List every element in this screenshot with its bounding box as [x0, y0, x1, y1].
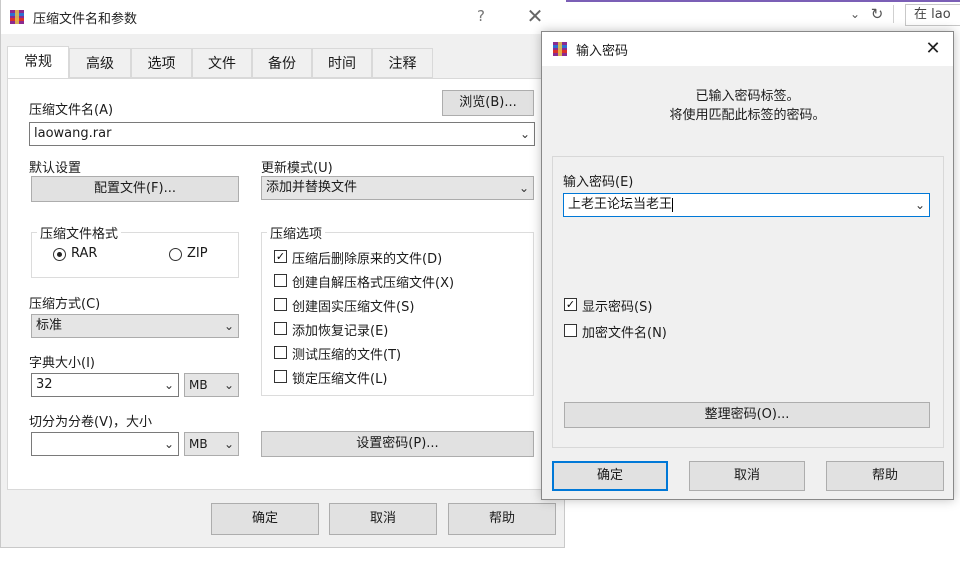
dialog-titlebar: 压缩文件名和参数 ? ✕ — [1, 0, 566, 34]
tab-options[interactable]: 选项 — [131, 48, 192, 78]
show-password-checkbox[interactable]: ✓ — [564, 298, 577, 311]
dict-size-value: 32 — [36, 377, 53, 392]
option-delete-after-label: 压缩后删除原来的文件(D) — [292, 252, 443, 267]
option-test-label: 测试压缩的文件(T) — [292, 348, 402, 363]
set-password-button[interactable]: 设置密码(P)... — [261, 431, 534, 457]
tab-comment[interactable]: 注释 — [372, 48, 433, 78]
chevron-down-icon[interactable]: ⌄ — [911, 194, 929, 216]
tab-general[interactable]: 常规 — [7, 46, 69, 78]
method-label: 压缩方式(C) — [29, 297, 101, 312]
option-lock-checkbox[interactable] — [274, 370, 287, 383]
radio-rar[interactable] — [53, 248, 66, 261]
option-solid-checkbox[interactable] — [274, 298, 287, 311]
password-field-label: 输入密码(E) — [563, 175, 634, 190]
option-test-checkbox[interactable] — [274, 346, 287, 359]
tab-strip: 常规 高级 选项 文件 备份 时间 注释 — [7, 46, 557, 78]
chevron-down-icon[interactable]: ⌄ — [515, 177, 533, 199]
help-button[interactable]: 帮助 — [448, 503, 556, 535]
tab-backup[interactable]: 备份 — [252, 48, 312, 78]
browse-button[interactable]: 浏览(B)... — [442, 90, 534, 116]
encrypt-names-label: 加密文件名(N) — [582, 326, 667, 341]
organize-passwords-button[interactable]: 整理密码(O)... — [564, 402, 930, 428]
radio-zip-label: ZIP — [187, 246, 208, 261]
dict-unit-value: MB — [189, 378, 208, 392]
update-mode-combo[interactable]: 添加并替换文件 ⌄ — [261, 176, 534, 200]
split-unit-combo[interactable]: MB ⌄ — [184, 432, 239, 456]
toolbar-separator — [893, 5, 894, 23]
option-recovery-checkbox[interactable] — [274, 322, 287, 335]
encrypt-names-checkbox[interactable] — [564, 324, 577, 337]
password-combo[interactable]: 上老王论坛当老王 ⌄ — [563, 193, 930, 217]
method-value: 标准 — [36, 318, 63, 333]
close-icon[interactable]: ✕ — [521, 4, 549, 28]
password-dialog-titlebar: 输入密码 ✕ — [542, 32, 953, 66]
enter-password-dialog: 输入密码 ✕ 已输入密码标签。 将使用匹配此标签的密码。 输入密码(E) 上老王… — [541, 31, 954, 500]
option-sfx-checkbox[interactable] — [274, 274, 287, 287]
chevron-down-icon[interactable]: ⌄ — [160, 433, 178, 455]
chevron-down-icon[interactable]: ⌄ — [220, 374, 238, 396]
password-cancel-button[interactable]: 取消 — [689, 461, 805, 491]
chevron-down-icon[interactable]: ⌄ — [160, 374, 178, 396]
password-value: 上老王论坛当老王 — [568, 197, 673, 212]
browser-toolbar — [565, 2, 960, 30]
chevron-down-icon[interactable]: ⌄ — [220, 315, 238, 337]
cancel-button[interactable]: 取消 — [329, 503, 437, 535]
dict-unit-combo[interactable]: MB ⌄ — [184, 373, 239, 397]
browser-search-input[interactable]: 在 lao — [905, 4, 960, 26]
dict-size-label: 字典大小(I) — [29, 356, 95, 371]
password-dialog-title: 输入密码 — [576, 44, 629, 59]
option-recovery-label: 添加恢复记录(E) — [292, 324, 389, 339]
chevron-down-icon[interactable]: ⌄ — [220, 433, 238, 455]
archive-name-combo[interactable]: laowang.rar ⌄ — [29, 122, 535, 146]
close-icon[interactable]: ✕ — [920, 37, 946, 61]
show-password-label: 显示密码(S) — [582, 300, 653, 315]
option-sfx-label: 创建自解压格式压缩文件(X) — [292, 276, 455, 291]
winrar-app-icon — [553, 42, 567, 56]
split-unit-value: MB — [189, 437, 208, 451]
archive-options-title: 压缩选项 — [267, 223, 326, 242]
archive-name-label: 压缩文件名(A) — [29, 103, 114, 118]
archive-params-dialog: 压缩文件名和参数 ? ✕ 常规 高级 选项 文件 备份 时间 注释 压缩文件名(… — [0, 0, 566, 548]
radio-zip[interactable] — [169, 248, 182, 261]
update-mode-label: 更新模式(U) — [261, 161, 333, 176]
split-volumes-label: 切分为分卷(V)，大小 — [29, 415, 153, 430]
chevron-down-icon[interactable]: ⌄ — [516, 123, 534, 145]
password-info-line1: 已输入密码标签。 — [695, 89, 800, 104]
dict-size-combo[interactable]: 32 ⌄ — [31, 373, 179, 397]
option-solid-label: 创建固实压缩文件(S) — [292, 300, 415, 315]
chevron-down-icon[interactable]: ⌄ — [848, 6, 862, 22]
radio-rar-label: RAR — [71, 246, 98, 261]
winrar-app-icon — [10, 10, 24, 24]
text-caret — [672, 197, 674, 212]
password-help-button[interactable]: 帮助 — [826, 461, 944, 491]
radio-selected-dot — [57, 252, 62, 257]
tab-advanced[interactable]: 高级 — [69, 48, 131, 78]
dialog-title: 压缩文件名和参数 — [33, 12, 138, 27]
password-ok-button[interactable]: 确定 — [552, 461, 668, 491]
method-combo[interactable]: 标准 ⌄ — [31, 314, 239, 338]
archive-name-value: laowang.rar — [34, 126, 112, 141]
archive-format-title: 压缩文件格式 — [37, 223, 122, 242]
option-delete-after-checkbox[interactable]: ✓ — [274, 250, 287, 263]
password-info-line2: 将使用匹配此标签的密码。 — [669, 108, 826, 123]
option-lock-label: 锁定压缩文件(L) — [292, 372, 388, 387]
help-icon[interactable]: ? — [471, 6, 491, 26]
tab-time[interactable]: 时间 — [312, 48, 372, 78]
update-mode-value: 添加并替换文件 — [266, 180, 358, 195]
refresh-icon[interactable]: ↻ — [868, 5, 886, 23]
split-size-combo[interactable]: ⌄ — [31, 432, 179, 456]
tab-files[interactable]: 文件 — [192, 48, 252, 78]
ok-button[interactable]: 确定 — [211, 503, 319, 535]
profiles-button[interactable]: 配置文件(F)... — [31, 176, 239, 202]
default-settings-label: 默认设置 — [29, 161, 82, 176]
